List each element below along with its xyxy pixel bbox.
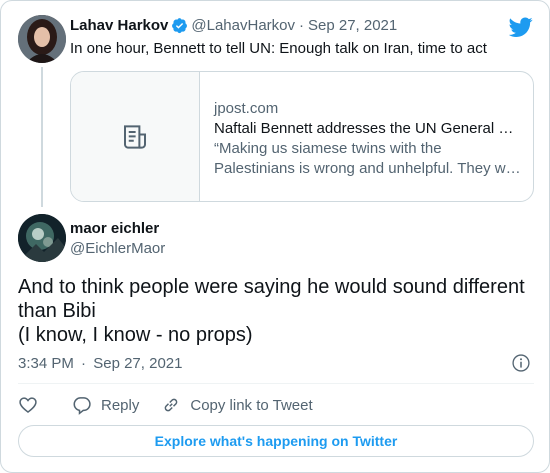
verified-badge-icon <box>172 18 188 34</box>
tweet-timestamp[interactable]: 3:34 PM · Sep 27, 2021 <box>18 355 182 372</box>
quoted-tweet-text: In one hour, Bennett to tell UN: Enough … <box>70 40 487 57</box>
quoted-author-name[interactable]: Lahav Harkov <box>70 17 168 34</box>
link-preview-body: jpost.com Naftali Bennett addresses the … <box>214 99 524 179</box>
tweet-text-line: (I know, I know - no props) <box>18 324 253 346</box>
avatar-portrait <box>18 214 66 262</box>
quoted-handle[interactable]: @LahavHarkov <box>191 17 295 34</box>
twitter-bird-icon[interactable] <box>509 15 533 39</box>
tweet-actions: Reply Copy link to Tweet <box>18 393 313 417</box>
tweet-date: Sep 27, 2021 <box>93 355 183 372</box>
link-preview-card[interactable]: jpost.com Naftali Bennett addresses the … <box>70 71 534 202</box>
thread-connector-line <box>41 67 43 207</box>
reply-label: Reply <box>101 396 140 414</box>
quoted-date[interactable]: Sep 27, 2021 <box>308 17 397 34</box>
divider <box>18 383 534 384</box>
tweet-text-line: And to think people were saying he would… <box>18 276 525 298</box>
info-icon[interactable] <box>511 353 531 373</box>
reply-icon <box>73 397 91 415</box>
link-description-line: “Making us siamese twins with the <box>214 140 442 157</box>
copy-link-label: Copy link to Tweet <box>190 396 313 414</box>
maor-eichler-avatar[interactable] <box>18 214 66 262</box>
link-thumbnail <box>71 72 200 201</box>
link-domain: jpost.com <box>214 100 279 117</box>
article-icon <box>124 124 146 149</box>
tweet-embed-card: Lahav Harkov @LahavHarkov · Sep 27, 2021… <box>0 0 550 473</box>
avatar-portrait <box>18 15 66 63</box>
heart-icon <box>19 397 37 414</box>
explore-twitter-button[interactable]: Explore what's happening on Twitter <box>18 425 534 457</box>
like-button[interactable] <box>18 395 38 415</box>
meta-separator: · <box>81 355 87 372</box>
link-description: “Making us siamese twins with the Palest… <box>214 139 524 179</box>
lahav-harkov-avatar[interactable] <box>18 15 66 63</box>
link-description-line: Palestinians is wrong and unhelpful. The… <box>214 160 521 177</box>
tweet-time: 3:34 PM <box>18 355 74 372</box>
tweet-text-line: than Bibi <box>18 300 96 322</box>
copy-link-button[interactable]: Copy link to Tweet <box>161 395 313 415</box>
tweet-text: And to think people were saying he would… <box>18 275 538 347</box>
link-title: Naftali Bennett addresses the UN General… <box>214 120 514 137</box>
quoted-tweet-header: Lahav Harkov @LahavHarkov · Sep 27, 2021 <box>70 17 397 34</box>
meta-separator: · <box>299 17 304 34</box>
reply-button[interactable]: Reply <box>72 395 139 415</box>
tweet-author-handle[interactable]: @EichlerMaor <box>70 240 165 257</box>
link-icon <box>165 398 178 412</box>
tweet-author-name[interactable]: maor eichler <box>70 220 159 237</box>
